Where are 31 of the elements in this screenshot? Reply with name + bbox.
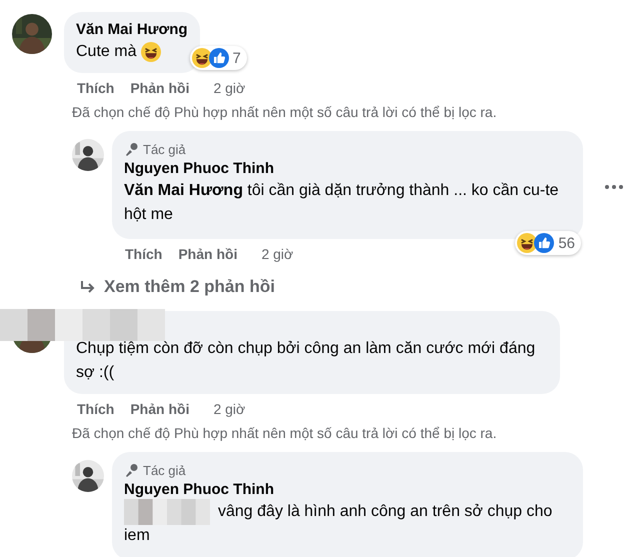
reply-arrow-icon: [80, 280, 96, 294]
filter-notice: Đã chọn chế độ Phù hợp nhất nên một số câu trả lời có thể bị lọc ra.: [72, 103, 498, 121]
more-options-icon[interactable]: [605, 185, 623, 189]
comment-text: Cute mà: [76, 42, 136, 62]
action-link[interactable]: Phản hồi: [130, 400, 190, 418]
timestamp: 2 giờ: [213, 400, 246, 418]
timestamp: 2 giờ: [213, 79, 246, 97]
reaction-count[interactable]: 7: [190, 46, 247, 70]
action-link[interactable]: Thích: [77, 79, 114, 97]
microphone-icon: [124, 142, 138, 156]
filter-notice: Đã chọn chế độ Phù hợp nhất nên một số câu trả lời có thể bị lọc ra.: [72, 424, 498, 442]
action-link[interactable]: Phản hồi: [130, 79, 190, 97]
action-link[interactable]: Phản hồi: [178, 245, 238, 263]
author-name[interactable]: Văn Mai Hương: [76, 20, 188, 40]
timestamp: 2 giờ: [261, 245, 294, 263]
comment-text: Chụp tiệm còn đỡ còn chụp bởi công an làm căn cước mới đáng sợ :((: [76, 339, 536, 383]
action-link[interactable]: Thích: [125, 245, 162, 263]
action-link[interactable]: Thích: [77, 400, 114, 418]
like-icon: [534, 233, 554, 253]
author-name[interactable]: Nguyen Phuoc Thinh: [124, 480, 571, 500]
comment-text: vâng đây là hình anh công an trên sở chụp cho iem: [124, 502, 554, 546]
laughing-face-icon: [517, 233, 538, 253]
author-label: Tác giả: [143, 142, 186, 156]
view-more-replies-link[interactable]: Xem thêm 2 phản hồi: [80, 277, 640, 297]
author-name[interactable]: Nguyen Phuoc Thinh: [124, 159, 571, 179]
reaction-count[interactable]: 56: [515, 231, 581, 255]
microphone-icon: [124, 463, 138, 477]
like-icon: [208, 48, 229, 68]
laughing-face-icon: [192, 48, 212, 68]
author-label: Tác giả: [143, 462, 186, 478]
comment-text: Văn Mai Hương tôi cần già dặn trưởng thành ... ko cần cu-te hột me: [124, 181, 560, 225]
